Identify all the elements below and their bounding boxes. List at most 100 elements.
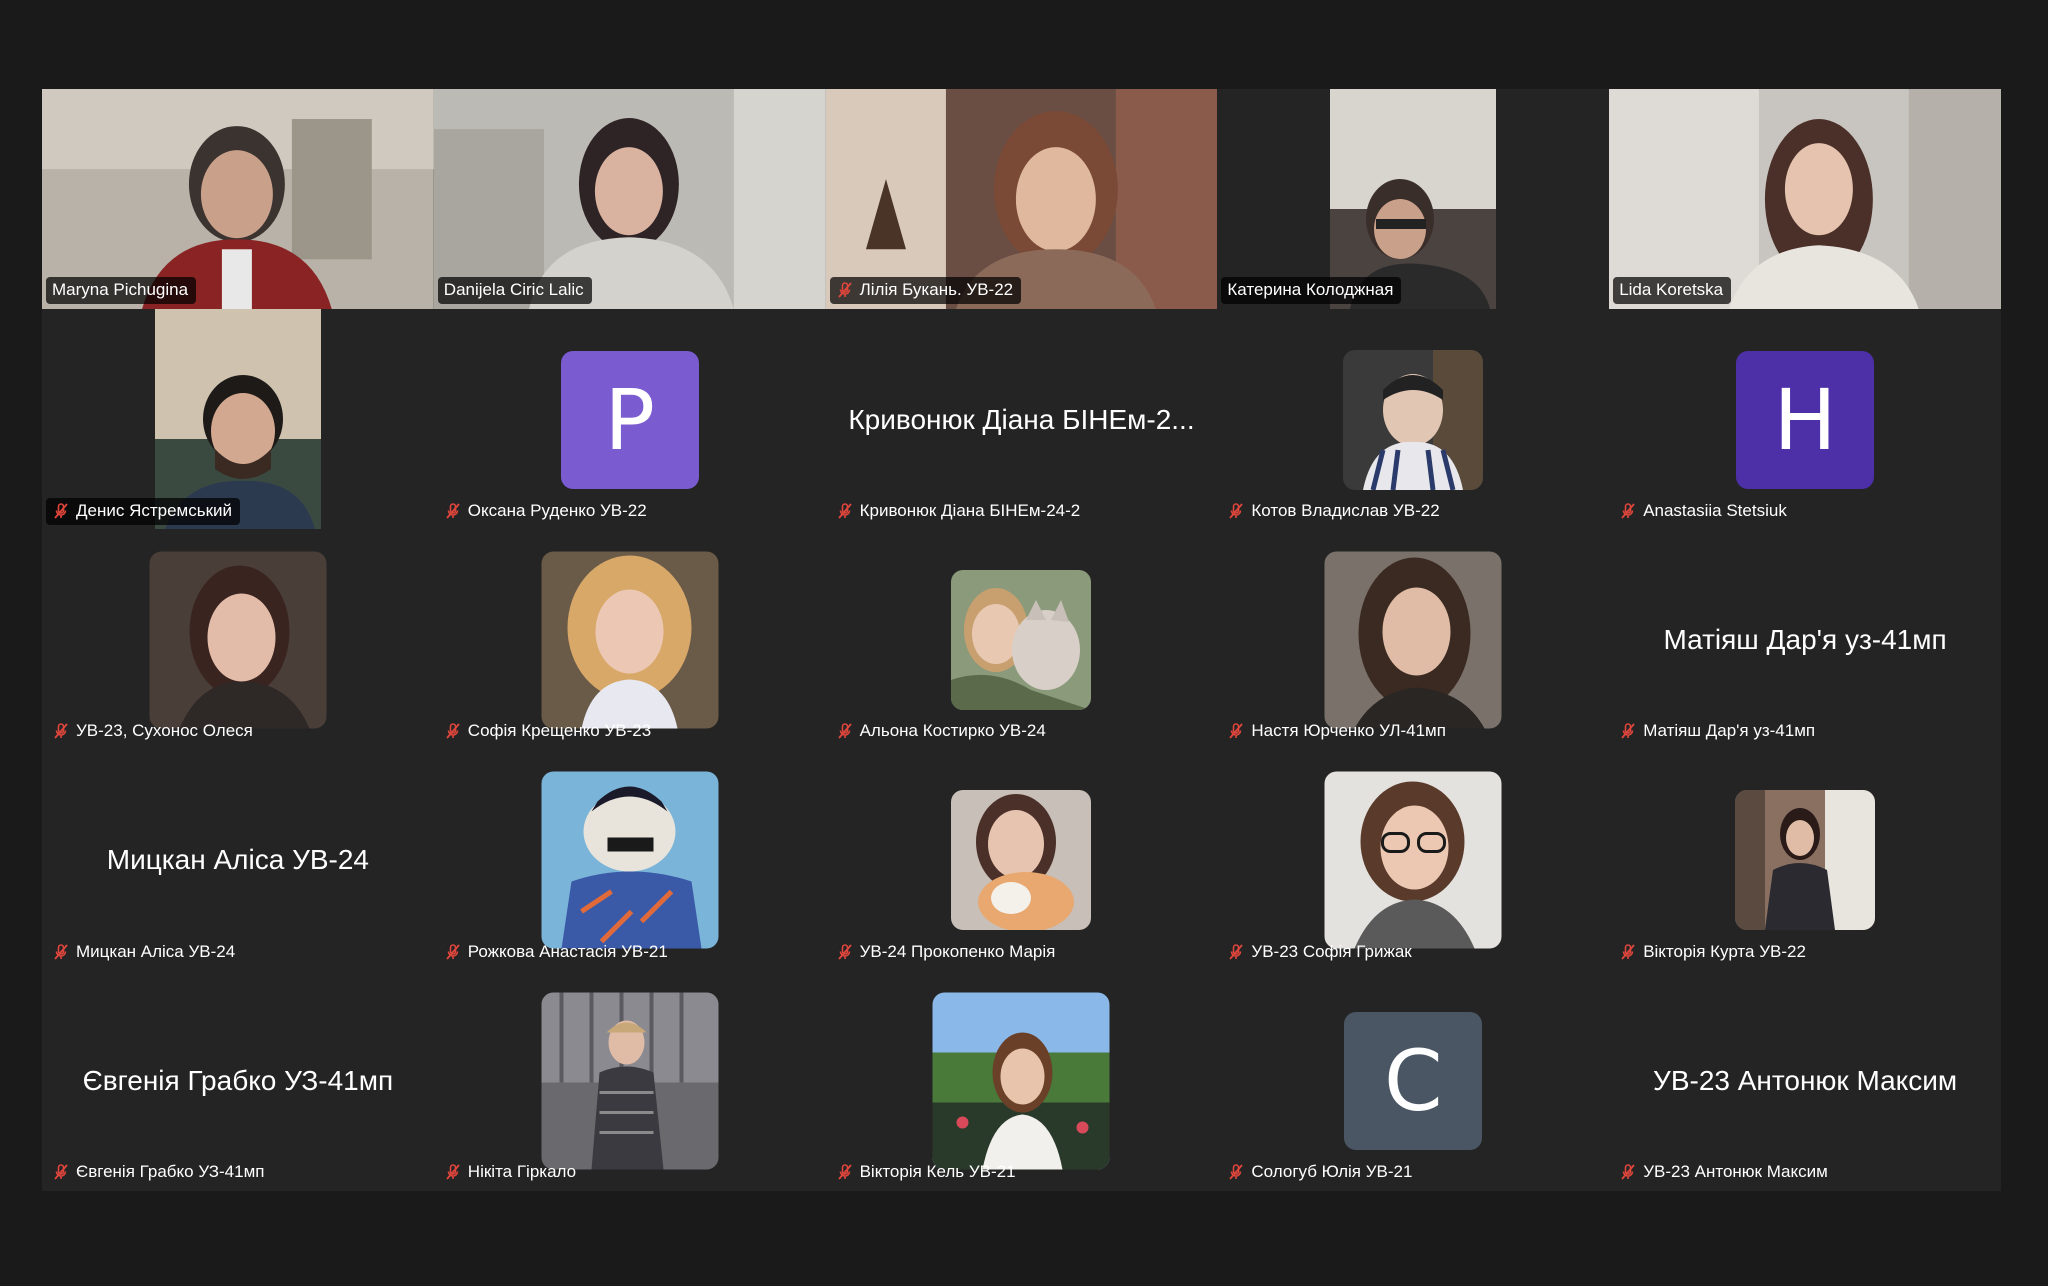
participant-tile[interactable]: Котов Владислав УВ-22 — [1217, 309, 1610, 530]
participant-name-label: Кривонюк Діана БІНЕм-24-2 — [830, 498, 1089, 525]
participant-tile[interactable]: Матіяш Дар'я уз-41мп Матіяш Дар'я уз-41м… — [1609, 529, 2001, 751]
participant-tile[interactable]: УВ-23 Софія Грижак — [1217, 750, 1610, 971]
participant-photo — [149, 551, 327, 729]
participant-name: Нікіта Гіркало — [467, 1161, 577, 1181]
participant-tile[interactable]: Нікіта Гіркало — [433, 970, 826, 1191]
participant-name: Матіяш Дар'я уз-41мп — [1643, 721, 1816, 741]
participant-name: Maryna Pichugina — [52, 280, 189, 300]
microphone-muted-icon — [1621, 1164, 1635, 1180]
participant-photo — [1735, 790, 1876, 931]
participant-tile[interactable]: Альона Костирко УВ-24 — [825, 529, 1218, 751]
microphone-muted-icon — [1229, 502, 1244, 519]
participant-name: Anastasiia Stetsiuk — [1643, 500, 1787, 520]
participant-name-label: Софія Крещенко УВ-23 — [438, 718, 659, 745]
participant-name-label: Оксана Руденко УВ-22 — [438, 498, 655, 525]
participant-name-label: Lida Koretska — [1613, 277, 1732, 305]
participant-name: Danijela Ciric Lalic — [443, 280, 584, 300]
microphone-muted-icon — [1621, 723, 1635, 739]
participant-photo — [541, 771, 719, 949]
participant-tile[interactable]: Мицкан Аліса УВ-24 Мицкан Аліса УВ-24 — [42, 750, 434, 971]
participant-name: Вікторія Курта УВ-22 — [1643, 941, 1806, 961]
participant-name: УВ-23 Софія Грижак — [1251, 941, 1412, 961]
participant-photo — [541, 551, 719, 729]
participant-name: Настя Юрченко УЛ-41мп — [1251, 721, 1446, 741]
microphone-muted-icon — [446, 723, 460, 739]
participant-video — [1609, 89, 2001, 310]
participant-name-label: УВ-23, Сухонос Олеся — [46, 718, 261, 745]
participant-avatar: C — [1344, 1011, 1483, 1150]
participant-tile[interactable]: УВ-23, Сухонос Олеся — [42, 529, 434, 751]
participant-name: Вікторія Кель УВ-21 — [859, 1161, 1016, 1181]
participant-name: УВ-24 Прокопенко Марія — [859, 941, 1056, 961]
microphone-muted-icon — [837, 502, 852, 519]
participant-name: Кривонюк Діана БІНЕм-24-2 — [859, 500, 1081, 520]
participant-display-name: УВ-23 Антонюк Максим — [1653, 1064, 1958, 1096]
microphone-muted-icon — [446, 502, 460, 519]
participant-tile-active-speaker[interactable]: Lida Koretska — [1609, 89, 2001, 310]
participant-name: Lida Koretska — [1619, 280, 1724, 300]
participant-name: УВ-23, Сухонос Олеся — [76, 721, 253, 741]
participant-tile[interactable]: УВ-24 Прокопенко Марія — [825, 750, 1218, 971]
participant-tile[interactable]: Софія Крещенко УВ-23 — [433, 529, 826, 751]
participant-tile[interactable]: УВ-23 Антонюк Максим УВ-23 Антонюк Макси… — [1609, 970, 2001, 1191]
participant-name-label: Матіяш Дар'я уз-41мп — [1613, 718, 1823, 745]
participant-name: Мицкан Аліса УВ-24 — [76, 941, 236, 961]
participant-tile[interactable]: C Сологуб Юлія УВ-21 — [1217, 970, 1610, 1191]
participant-tile[interactable]: Євгенія Грабко УЗ-41мп Євгенія Грабко УЗ… — [42, 970, 434, 1191]
participant-photo — [1324, 771, 1502, 949]
participant-name-label: Євгенія Грабко УЗ-41мп — [46, 1159, 273, 1186]
participant-photo — [932, 992, 1110, 1170]
participant-name-label: Нікіта Гіркало — [438, 1159, 584, 1186]
participant-name: Євгенія Грабко УЗ-41мп — [76, 1161, 265, 1181]
participant-video — [433, 89, 826, 310]
participant-tile[interactable]: Рожкова Анастасія УВ-21 — [433, 750, 826, 971]
microphone-muted-icon — [1229, 1164, 1244, 1180]
participant-name-label: Мицкан Аліса УВ-24 — [46, 939, 243, 966]
microphone-muted-icon — [54, 943, 68, 960]
participant-tile[interactable]: Danijela Ciric Lalic — [433, 89, 826, 310]
participant-tile[interactable]: Maryna Pichugina — [42, 89, 434, 310]
participant-photo — [951, 790, 1092, 931]
participant-tile[interactable]: Лілія Букань. УВ-22 — [825, 89, 1218, 310]
participant-name-label: Вікторія Курта УВ-22 — [1613, 939, 1814, 966]
microphone-muted-icon — [54, 1164, 68, 1180]
participant-name: Катерина Колоджная — [1227, 280, 1394, 300]
microphone-muted-icon — [837, 1164, 852, 1180]
participant-name: Сологуб Юлія УВ-21 — [1251, 1161, 1413, 1181]
participant-tile[interactable]: Кривонюк Діана БІНЕм-2... Кривонюк Діана… — [825, 309, 1218, 530]
avatar-initial: C — [1383, 1031, 1443, 1130]
participant-tile[interactable]: Настя Юрченко УЛ-41мп — [1217, 529, 1610, 751]
participant-photo — [951, 569, 1092, 710]
participant-name: Альона Костирко УВ-24 — [859, 721, 1046, 741]
participant-photo — [1343, 349, 1484, 490]
participant-video — [42, 89, 434, 310]
participant-tile[interactable]: Денис Ястремський — [42, 309, 434, 530]
participant-name-label: Альона Костирко УВ-24 — [830, 718, 1054, 745]
participant-name: Котов Владислав УВ-22 — [1251, 500, 1440, 520]
participant-name-label: Лілія Букань. УВ-22 — [829, 277, 1022, 305]
microphone-muted-icon — [1229, 943, 1244, 960]
participant-tile[interactable]: H Anastasiia Stetsiuk — [1609, 309, 2001, 530]
participant-gallery: Maryna Pichugina Danijela Ciric Lalic Лі… — [42, 89, 2001, 1191]
participant-name: Оксана Руденко УВ-22 — [467, 500, 647, 520]
participant-tile[interactable]: Вікторія Курта УВ-22 — [1609, 750, 2001, 971]
participant-name-label: Катерина Колоджная — [1221, 277, 1402, 305]
microphone-muted-icon — [54, 723, 68, 739]
microphone-muted-icon — [837, 943, 852, 960]
participant-photo — [541, 992, 719, 1170]
participant-video — [825, 89, 1218, 310]
microphone-muted-icon — [837, 723, 852, 739]
participant-name-label: Рожкова Анастасія УВ-21 — [438, 939, 676, 966]
microphone-muted-icon — [446, 1164, 460, 1180]
participant-tile[interactable]: Катерина Колоджная — [1217, 89, 1610, 310]
participant-name: УВ-23 Антонюк Максим — [1643, 1161, 1828, 1181]
participant-name-label: Настя Юрченко УЛ-41мп — [1221, 718, 1454, 745]
participant-tile[interactable]: Вікторія Кель УВ-21 — [825, 970, 1218, 1191]
participant-tile[interactable]: P Оксана Руденко УВ-22 — [433, 309, 826, 530]
participant-name-label: Danijela Ciric Lalic — [437, 277, 592, 305]
participant-video — [1330, 89, 1497, 309]
participant-name: Лілія Букань. УВ-22 — [859, 280, 1014, 300]
participant-name-label: Maryna Pichugina — [46, 277, 197, 305]
participant-name: Софія Крещенко УВ-23 — [467, 721, 652, 741]
participant-name-label: УВ-23 Антонюк Максим — [1613, 1159, 1836, 1186]
